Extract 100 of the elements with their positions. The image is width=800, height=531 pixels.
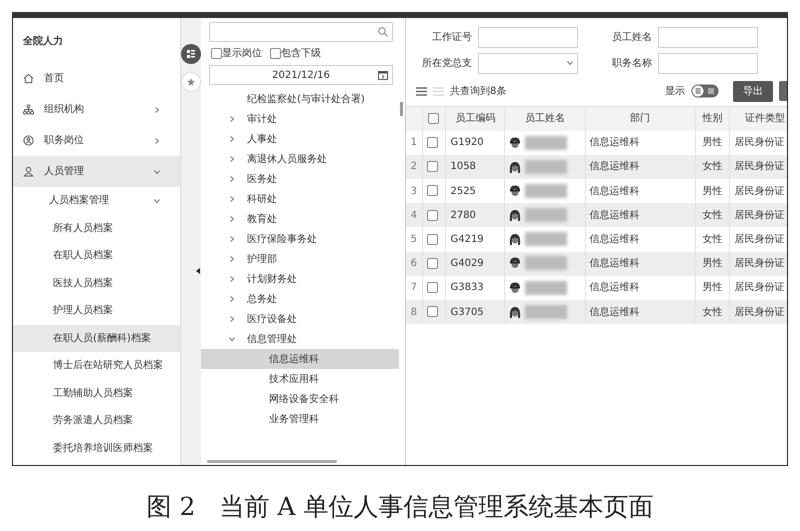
row-checkbox[interactable] [426, 161, 438, 172]
tree-item[interactable]: 审计处 [207, 109, 399, 129]
sidebar-item[interactable]: 劳务派遣人员档案 [13, 407, 180, 434]
table-cell: 信息运维科 [585, 252, 695, 276]
row-checkbox[interactable] [426, 234, 438, 245]
table-cell: 男性 [695, 252, 730, 276]
scrollbar-thumb[interactable] [207, 460, 337, 463]
table-cell: 2780 [446, 203, 505, 228]
sidebar-item[interactable]: 组织机构 [13, 94, 180, 125]
checkbox-option[interactable]: 包含下级 [270, 46, 321, 61]
app-title: 全院人力 [22, 34, 64, 49]
blurred-name [525, 136, 568, 150]
tree-item[interactable]: 教育处 [207, 209, 399, 229]
star-button[interactable] [181, 72, 201, 92]
tree-item[interactable]: 离退休人员服务处 [207, 149, 399, 169]
chevron-right-icon [229, 236, 235, 242]
select-field[interactable] [478, 52, 578, 74]
blurred-name [525, 184, 568, 198]
export-button[interactable]: 导出 [733, 80, 773, 102]
tree-item[interactable]: 医疗设备处 [207, 309, 399, 329]
sidebar-item[interactable]: 所有人员档案 [13, 214, 180, 242]
list-view-icon[interactable] [416, 86, 427, 96]
blurred-name [525, 160, 568, 174]
chevron-right-icon [229, 296, 235, 302]
row-checkbox[interactable] [426, 258, 438, 269]
row-checkbox[interactable] [426, 210, 438, 221]
blurred-name [525, 280, 568, 295]
badge-circle-icon [23, 135, 34, 146]
row-checkbox[interactable] [426, 137, 438, 148]
input-field[interactable] [658, 26, 758, 48]
row-checkbox[interactable] [426, 282, 438, 294]
sidebar-item[interactable]: 职务岗位 [13, 125, 180, 156]
table-cell: 信息运维科 [585, 154, 695, 180]
search-field[interactable] [209, 22, 393, 42]
tree-item[interactable]: 科研处 [207, 189, 399, 209]
sidebar-item[interactable]: 博士后在站研究人员档案 [13, 352, 180, 380]
tree-item[interactable]: 纪检监察处(与审计处合署) [207, 89, 399, 109]
blurred-name [525, 256, 568, 270]
tree-item[interactable]: 网络设备安全科 [201, 389, 399, 409]
sidebar-item[interactable]: 护理人员档案 [13, 297, 180, 324]
table-cell: 1058 [446, 154, 505, 180]
grid-list-icon [186, 49, 196, 59]
table-cell: G4029 [446, 252, 505, 276]
date-field[interactable]: 2021/12/16 [209, 65, 393, 85]
chevron-right-icon [229, 136, 235, 142]
user-icon [23, 166, 34, 177]
table-cell: 信息运维科 [585, 203, 695, 228]
row-number: 8 [406, 300, 422, 324]
tree-item[interactable]: 护理部 [207, 249, 399, 269]
org-chart-icon [23, 104, 34, 115]
chevron-right-icon [229, 176, 235, 182]
table-cell: 女性 [695, 154, 730, 180]
table-cell: 女性 [695, 300, 730, 324]
row-checkbox[interactable] [426, 306, 438, 318]
tree-item[interactable]: 信息管理处 [207, 329, 399, 349]
table-cell: 女性 [695, 203, 730, 228]
chevron-right-icon [229, 116, 235, 122]
sidebar-item[interactable]: 在职人员档案 [13, 242, 180, 270]
input-field[interactable] [658, 52, 758, 74]
column-header: 证件类型 [730, 106, 787, 131]
sidebar-item[interactable]: 在职人员(薪酬科)档案 [13, 324, 180, 352]
column-header: 性别 [695, 106, 730, 131]
blurred-name [525, 208, 568, 222]
row-checkbox[interactable] [426, 185, 438, 196]
scrollbar-thumb[interactable] [400, 102, 403, 116]
column-header: 员工姓名 [504, 106, 585, 131]
chevron-right-icon [229, 256, 235, 262]
select-all-checkbox[interactable] [428, 113, 440, 124]
calendar-icon [378, 70, 388, 80]
layout-toggle-button[interactable] [181, 44, 201, 64]
blurred-name [525, 304, 568, 319]
tree-item[interactable]: 人事处 [207, 129, 399, 149]
input-field[interactable] [478, 26, 578, 48]
tree-item[interactable]: 医疗保险事务处 [207, 229, 399, 249]
tree-item[interactable]: 业务管理科 [201, 409, 399, 429]
view-toggle-switch[interactable] [691, 84, 719, 98]
tree-item[interactable]: 总务处 [207, 289, 399, 309]
sidebar-item[interactable]: 工勤辅助人员档案 [13, 380, 180, 407]
tree-item[interactable]: 计划财务处 [207, 269, 399, 289]
sidebar-item[interactable]: 首页 [13, 63, 180, 94]
sidebar-item[interactable]: 委托培养培训医师档案 [13, 434, 180, 462]
checkbox-option[interactable]: 显示岗位 [211, 46, 262, 61]
chevron-right-icon [229, 216, 235, 222]
table-cell: 居民身份证 [730, 252, 787, 276]
collapse-arrow-icon[interactable] [196, 268, 200, 274]
table-cell: 居民身份证 [730, 203, 787, 228]
field-label: 工作证号 [431, 30, 472, 44]
chevron-right-icon [229, 156, 235, 162]
chevron-right-icon [229, 196, 235, 202]
chevron-right-icon [154, 138, 160, 144]
tree-item[interactable]: 医务处 [207, 169, 399, 189]
table-cell: 居民身份证 [730, 300, 787, 324]
chevron-down-icon [229, 336, 235, 342]
sidebar-item[interactable]: 人员档案管理 [13, 187, 180, 214]
sidebar-item[interactable]: 人员管理 [13, 156, 180, 187]
row-number: 4 [406, 203, 422, 228]
tree-item[interactable]: 技术应用科 [201, 369, 399, 389]
sidebar-item[interactable]: 医技人员档案 [13, 270, 180, 297]
tree-item[interactable]: 信息运维科 [201, 349, 399, 369]
result-count: 共查询到8条 [450, 84, 508, 98]
